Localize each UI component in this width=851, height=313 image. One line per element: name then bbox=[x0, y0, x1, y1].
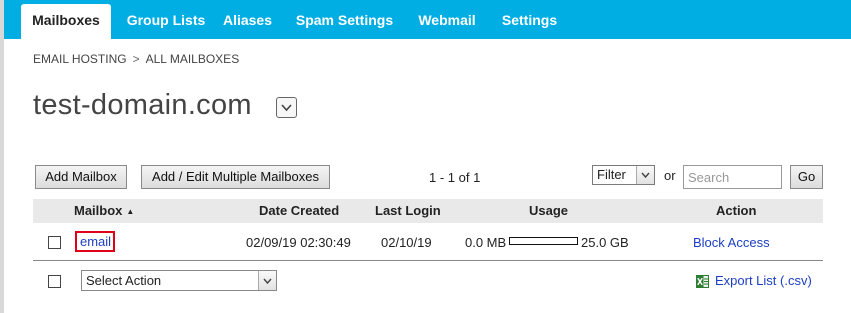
tab-aliases[interactable]: Aliases bbox=[216, 4, 279, 39]
search-input[interactable] bbox=[683, 165, 782, 189]
or-label: or bbox=[664, 168, 676, 183]
pagination-label: 1 - 1 of 1 bbox=[429, 170, 481, 185]
add-edit-multiple-button[interactable]: Add / Edit Multiple Mailboxes bbox=[141, 165, 330, 189]
column-header-date-created[interactable]: Date Created bbox=[259, 203, 339, 218]
breadcrumb-separator: > bbox=[132, 52, 140, 66]
column-header-last-login[interactable]: Last Login bbox=[375, 203, 441, 218]
block-access-link[interactable]: Block Access bbox=[693, 235, 770, 250]
tab-spam-settings[interactable]: Spam Settings bbox=[292, 4, 397, 39]
select-action-value: Select Action bbox=[86, 273, 162, 288]
usage-bar bbox=[509, 237, 578, 245]
tab-settings[interactable]: Settings bbox=[494, 4, 565, 39]
chevron-down-icon bbox=[281, 104, 292, 112]
tab-mailboxes[interactable]: Mailboxes bbox=[21, 4, 111, 39]
date-created-value: 02/09/19 02:30:49 bbox=[246, 235, 351, 250]
column-header-mailbox[interactable]: Mailbox ▲ bbox=[74, 203, 134, 218]
breadcrumb-all-mailboxes: ALL MAILBOXES bbox=[145, 52, 240, 66]
tab-webmail[interactable]: Webmail bbox=[407, 4, 487, 39]
filter-select[interactable]: Filter bbox=[592, 165, 655, 185]
go-button[interactable]: Go bbox=[790, 165, 823, 189]
column-header-action: Action bbox=[716, 203, 757, 218]
top-nav: Mailboxes Group Lists Aliases Spam Setti… bbox=[4, 0, 851, 39]
column-header-usage[interactable]: Usage bbox=[529, 203, 568, 218]
left-edge bbox=[0, 0, 4, 313]
page-title: test-domain.com bbox=[33, 89, 252, 121]
breadcrumb: EMAIL HOSTING > ALL MAILBOXES bbox=[33, 52, 239, 66]
last-login-value: 02/10/19 bbox=[381, 235, 432, 250]
chevron-down-icon bbox=[258, 271, 276, 290]
usage-total-value: 25.0 GB bbox=[581, 235, 629, 250]
column-header-mailbox-label: Mailbox bbox=[74, 203, 123, 218]
domain-dropdown-button[interactable] bbox=[276, 97, 297, 118]
sort-ascending-icon: ▲ bbox=[126, 207, 135, 216]
select-all-checkbox[interactable] bbox=[48, 275, 61, 288]
select-action-dropdown[interactable]: Select Action bbox=[81, 270, 277, 291]
usage-used-value: 0.0 MB bbox=[465, 235, 507, 250]
filter-select-value: Filter bbox=[597, 167, 626, 182]
add-mailbox-button[interactable]: Add Mailbox bbox=[35, 165, 127, 189]
tab-group-lists[interactable]: Group Lists bbox=[117, 4, 215, 39]
chevron-down-icon bbox=[636, 166, 654, 184]
breadcrumb-email-hosting[interactable]: EMAIL HOSTING bbox=[33, 52, 127, 66]
row-checkbox[interactable] bbox=[48, 236, 61, 249]
export-list-link[interactable]: Export List (.csv) bbox=[715, 273, 812, 288]
excel-icon bbox=[696, 275, 709, 288]
mailbox-link[interactable]: email bbox=[75, 231, 115, 252]
